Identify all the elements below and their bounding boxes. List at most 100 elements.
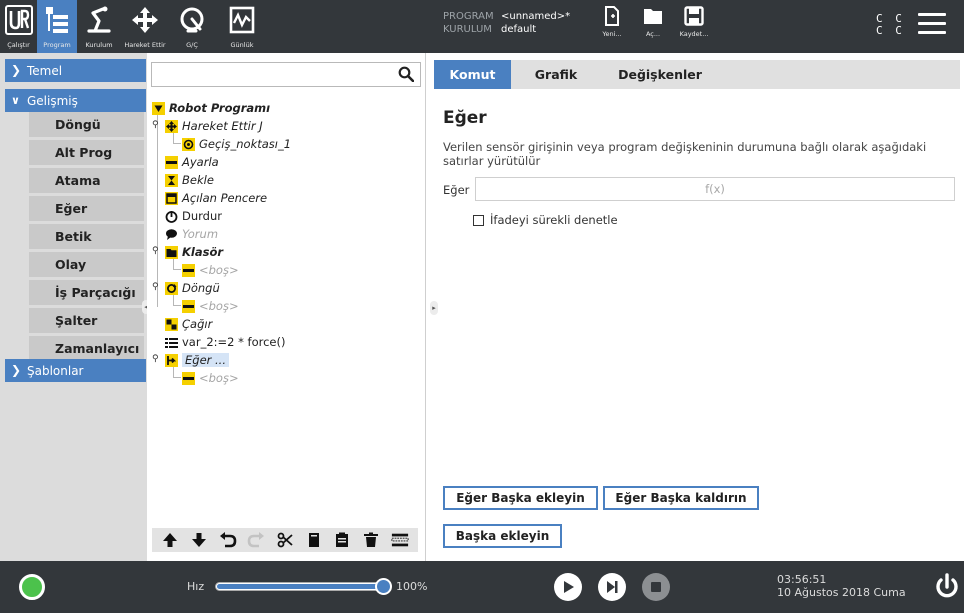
tree-node-if[interactable]: Eğer ...: [165, 351, 229, 369]
button-label: Başka ekleyin: [455, 529, 550, 543]
new-button-label: Yeni...: [602, 30, 622, 38]
call-icon: [165, 317, 178, 331]
new-file-icon: [605, 6, 619, 26]
sidebar-item-label: Atama: [55, 173, 101, 188]
nav-io-label: G/Ç: [186, 41, 198, 49]
tree-node-empty[interactable]: <boş>: [182, 369, 239, 387]
nav-log-button[interactable]: Günlük: [215, 0, 269, 53]
category-templates[interactable]: ❯ Şablonlar: [5, 359, 146, 382]
tree-node-halt[interactable]: Durdur: [165, 207, 222, 225]
status-line-2: C C: [876, 24, 905, 37]
nav-installation-button[interactable]: Kurulum: [77, 0, 121, 53]
tree-node-set[interactable]: Ayarla: [165, 153, 219, 171]
sidebar-item-switch[interactable]: Şalter: [29, 308, 144, 333]
pin-icon: ⚲: [152, 282, 159, 292]
sidebar-item-label: Zamanlayıcı: [55, 341, 140, 356]
continuous-check-checkbox[interactable]: İfadeyi sürekli denetle: [473, 213, 618, 227]
redo-icon: [247, 532, 265, 548]
sidebar-item-label: Eğer: [55, 201, 88, 216]
tree-toolbar: [152, 528, 418, 552]
paste-button[interactable]: [333, 531, 351, 549]
program-name: <unnamed>*: [501, 11, 571, 22]
tree-node-robot-program[interactable]: Robot Programı: [152, 99, 270, 117]
tree-node-empty[interactable]: <boş>: [182, 297, 239, 315]
checkbox-label: İfadeyi sürekli denetle: [490, 213, 618, 227]
connection-status: C C C C: [876, 13, 905, 37]
tree-node-call[interactable]: Çağır: [165, 315, 212, 333]
save-button[interactable]: Kaydet...: [674, 6, 714, 48]
stop-button[interactable]: [642, 573, 670, 601]
button-label: Eğer Başka ekleyin: [456, 491, 585, 505]
speed-slider[interactable]: [215, 578, 392, 595]
tree-node-comment[interactable]: Yorum: [165, 225, 218, 243]
sidebar-item-loop[interactable]: Döngü: [29, 112, 144, 137]
sidebar-item-script[interactable]: Betik: [29, 224, 144, 249]
cut-button[interactable]: [276, 531, 294, 549]
sidebar-item-timer[interactable]: Zamanlayıcı: [29, 336, 144, 361]
add-else-if-button[interactable]: Eğer Başka ekleyin: [443, 486, 598, 510]
play-button[interactable]: [554, 573, 582, 601]
clock: 03:56:51 10 Ağustos 2018 Cuma: [777, 573, 906, 599]
program-icon: [46, 7, 68, 33]
tree-node-folder[interactable]: Klasör: [165, 243, 223, 261]
power-icon[interactable]: [934, 573, 960, 601]
sidebar-item-assignment[interactable]: Atama: [29, 168, 144, 193]
tree-node-wait[interactable]: Bekle: [165, 171, 214, 189]
remove-else-if-button[interactable]: Eğer Başka kaldırın: [603, 486, 759, 510]
move-down-button[interactable]: [190, 531, 208, 549]
delete-button[interactable]: [362, 531, 380, 549]
tree-node-label: <boş>: [199, 371, 239, 385]
step-button[interactable]: [598, 573, 626, 601]
category-advanced[interactable]: ∨ Gelişmiş: [5, 89, 146, 112]
tree-node-movej[interactable]: Hareket Ettir J: [165, 117, 263, 135]
open-button[interactable]: Aç...: [633, 6, 673, 48]
tab-command[interactable]: Komut: [434, 60, 511, 89]
sidebar-item-label: Olay: [55, 257, 87, 272]
trash-icon: [363, 532, 378, 547]
speed-slider-knob[interactable]: [375, 578, 392, 595]
menu-hamburger-icon[interactable]: [918, 13, 946, 37]
undo-button[interactable]: [219, 531, 237, 549]
new-button[interactable]: Yeni...: [592, 6, 632, 48]
nav-io-button[interactable]: G/Ç: [169, 0, 215, 53]
expression-input[interactable]: f(x): [475, 177, 955, 201]
tree-search-input[interactable]: [151, 62, 421, 87]
nav-move-button[interactable]: Hareket Ettir: [121, 0, 169, 53]
bottom-bar: Hız 100% 03:56:51 10 Ağustos 2018 Cuma: [0, 561, 964, 613]
loop-icon: [165, 281, 178, 295]
add-else-button[interactable]: Başka ekleyin: [443, 524, 562, 548]
suppress-button[interactable]: [391, 531, 409, 549]
sidebar-item-thread[interactable]: İş Parçacığı: [29, 280, 144, 305]
triangle-down-icon: [152, 101, 165, 115]
copy-button[interactable]: [305, 531, 323, 549]
sidebar-item-if[interactable]: Eğer: [29, 196, 144, 221]
tree-node-empty[interactable]: <boş>: [182, 261, 239, 279]
tree-node-label: Geçiş_noktası_1: [199, 137, 292, 151]
sidebar-item-event[interactable]: Olay: [29, 252, 144, 277]
tab-label: Komut: [449, 67, 496, 82]
search-icon[interactable]: [398, 66, 414, 82]
tab-graphics[interactable]: Grafik: [526, 60, 586, 89]
tab-variables[interactable]: Değişkenler: [610, 60, 710, 89]
tree-node-label: var_2:=2 * force(): [182, 335, 286, 349]
empty-icon: [182, 371, 195, 385]
scissors-icon: [277, 532, 293, 548]
tree-node-label: Bekle: [182, 173, 214, 187]
nav-run-button[interactable]: Çalıştır: [0, 0, 37, 53]
tree-node-label: Hareket Ettir J: [182, 119, 263, 133]
speed-slider-fill: [217, 584, 385, 589]
tree-connector: [157, 113, 158, 307]
tree-node-waypoint[interactable]: Geçiş_noktası_1: [182, 135, 291, 153]
sidebar-item-subprog[interactable]: Alt Prog: [29, 140, 144, 165]
category-basic[interactable]: ❯ Temel: [5, 59, 146, 82]
checkbox-box[interactable]: [473, 214, 484, 226]
move-up-button[interactable]: [161, 531, 179, 549]
tree-node-popup[interactable]: Açılan Pencere: [165, 189, 267, 207]
program-key: PROGRAM: [443, 11, 494, 22]
robot-power-status-button[interactable]: [19, 574, 45, 600]
copy-icon: [308, 533, 319, 547]
tree-node-assignment[interactable]: var_2:=2 * force(): [165, 333, 285, 351]
redo-button[interactable]: [247, 531, 265, 549]
tree-node-loop[interactable]: Döngü: [165, 279, 220, 297]
nav-program-button[interactable]: Program: [37, 0, 77, 53]
